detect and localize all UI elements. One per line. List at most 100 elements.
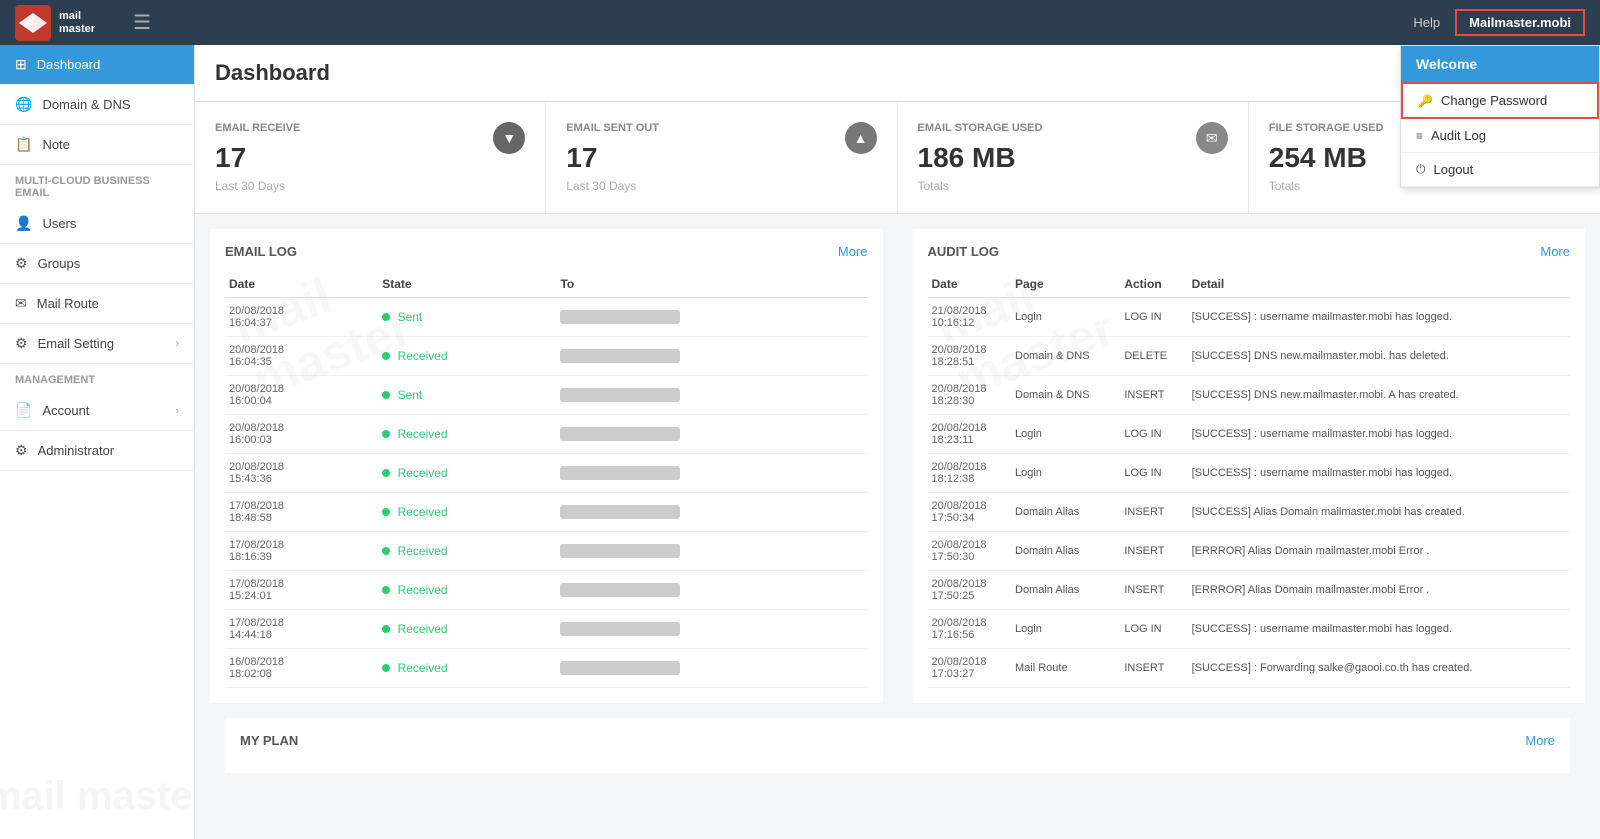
audit-log-row: 20/08/201817:50:34 Domain Alias INSERT [… bbox=[928, 493, 1571, 532]
audit-log-row: 20/08/201817:03:27 Mail Route INSERT [SU… bbox=[928, 649, 1571, 688]
audit-action: DELETE bbox=[1120, 337, 1187, 376]
audit-log-section: mailmaster AUDIT LOG More Date Page Acti… bbox=[913, 229, 1586, 703]
email-setting-icon: ⚙ bbox=[15, 335, 28, 352]
user-dropdown: Welcome 🔑 Change Password ≡ Audit Log ⏻ … bbox=[1400, 45, 1600, 188]
stat-card-sent: EMAIL SENT OUT 17 Last 30 Days ▲ bbox=[546, 102, 897, 213]
email-state: Received bbox=[378, 454, 556, 493]
logout-button[interactable]: ⏻ Logout bbox=[1401, 153, 1599, 187]
audit-log-row: 20/08/201817:50:25 Domain Alias INSERT [… bbox=[928, 571, 1571, 610]
sidebar-item-users[interactable]: 👤 Users bbox=[0, 204, 194, 244]
email-date: 17/08/201814:44:18 bbox=[225, 610, 378, 649]
audit-date: 20/08/201817:50:34 bbox=[928, 493, 1012, 532]
audit-detail: [SUCCESS] : username mailmaster.mobi has… bbox=[1188, 415, 1570, 454]
sidebar-label-administrator: Administrator bbox=[38, 443, 115, 458]
audit-action: INSERT bbox=[1120, 532, 1187, 571]
sidebar-watermark: mail master bbox=[0, 774, 195, 819]
email-to bbox=[556, 298, 867, 337]
help-link[interactable]: Help bbox=[1413, 15, 1440, 30]
sidebar-item-dashboard[interactable]: ⊞ Dashboard bbox=[0, 45, 194, 85]
navbar: mail master ☰ Help Mailmaster.mobi Welco… bbox=[0, 0, 1600, 45]
email-state: Received bbox=[378, 532, 556, 571]
audit-detail: [SUCCESS] : username mailmaster.mobi has… bbox=[1188, 298, 1570, 337]
key-icon: 🔑 bbox=[1418, 94, 1433, 108]
audit-log-table: Date Page Action Detail 21/08/201810:16:… bbox=[928, 271, 1571, 688]
email-log-row: 20/08/201816:00:03 Received bbox=[225, 415, 868, 454]
logout-label: Logout bbox=[1434, 162, 1474, 177]
main-content: Dashboard EMAIL RECEIVE 17 Last 30 Days … bbox=[195, 45, 1600, 839]
email-to-blurred bbox=[560, 388, 680, 402]
logo-text-top: mail bbox=[59, 10, 95, 22]
change-password-button[interactable]: 🔑 Change Password bbox=[1401, 82, 1599, 119]
email-log-row: 17/08/201818:16:39 Received bbox=[225, 532, 868, 571]
administrator-icon: ⚙ bbox=[15, 442, 28, 459]
sidebar-item-mail-route[interactable]: ✉ Mail Route bbox=[0, 284, 194, 324]
email-state: Sent bbox=[378, 298, 556, 337]
col-date: Date bbox=[225, 271, 378, 298]
page-title: Dashboard bbox=[215, 60, 330, 85]
stat-icon-sent: ▲ bbox=[845, 122, 877, 154]
sidebar-item-email-setting[interactable]: ⚙ Email Setting › bbox=[0, 324, 194, 364]
email-state: Received bbox=[378, 649, 556, 688]
change-password-label: Change Password bbox=[1441, 93, 1547, 108]
audit-date: 20/08/201817:50:30 bbox=[928, 532, 1012, 571]
logo-icon bbox=[15, 5, 51, 41]
email-to bbox=[556, 571, 867, 610]
audit-date: 20/08/201818:23:11 bbox=[928, 415, 1012, 454]
username-button[interactable]: Mailmaster.mobi bbox=[1455, 9, 1585, 36]
audit-page: Mail Route bbox=[1011, 649, 1120, 688]
section-management: Management bbox=[0, 364, 194, 391]
email-to-blurred bbox=[560, 310, 680, 324]
sidebar-label-note: Note bbox=[42, 137, 69, 152]
stat-label-receive: EMAIL RECEIVE bbox=[215, 122, 525, 134]
email-to bbox=[556, 415, 867, 454]
navbar-right: Help Mailmaster.mobi bbox=[1413, 9, 1585, 36]
audit-log-more[interactable]: More bbox=[1540, 244, 1570, 259]
audit-action: INSERT bbox=[1120, 649, 1187, 688]
my-plan-header: MY PLAN More bbox=[240, 733, 1555, 748]
email-date: 20/08/201816:04:35 bbox=[225, 337, 378, 376]
audit-action: LOG IN bbox=[1120, 454, 1187, 493]
audit-date: 21/08/201810:16:12 bbox=[928, 298, 1012, 337]
audit-action: LOG IN bbox=[1120, 415, 1187, 454]
audit-page: Login bbox=[1011, 298, 1120, 337]
sidebar-item-account[interactable]: 📄 Account › bbox=[0, 391, 194, 431]
state-label: Received bbox=[398, 544, 448, 558]
email-log-more[interactable]: More bbox=[838, 244, 868, 259]
state-label: Received bbox=[398, 505, 448, 519]
email-date: 17/08/201818:48:58 bbox=[225, 493, 378, 532]
state-dot bbox=[382, 508, 390, 516]
email-to-blurred bbox=[560, 349, 680, 363]
users-icon: 👤 bbox=[15, 215, 32, 232]
dropdown-welcome: Welcome bbox=[1401, 46, 1599, 82]
audit-detail: [SUCCESS] DNS new.mailmaster.mobi. A has… bbox=[1188, 376, 1570, 415]
hamburger-icon[interactable]: ☰ bbox=[133, 10, 151, 35]
col-detail-audit: Detail bbox=[1188, 271, 1570, 298]
audit-log-header: AUDIT LOG More bbox=[928, 244, 1571, 259]
my-plan-more[interactable]: More bbox=[1525, 733, 1555, 748]
email-to bbox=[556, 376, 867, 415]
sidebar-label-dashboard: Dashboard bbox=[37, 57, 101, 72]
sidebar-item-administrator[interactable]: ⚙ Administrator bbox=[0, 431, 194, 471]
audit-log-button[interactable]: ≡ Audit Log bbox=[1401, 119, 1599, 153]
sidebar-label-users: Users bbox=[42, 216, 76, 231]
email-to bbox=[556, 493, 867, 532]
email-to bbox=[556, 649, 867, 688]
state-label: Sent bbox=[398, 310, 423, 324]
logo-text-bottom: master bbox=[59, 23, 95, 35]
sidebar-item-groups[interactable]: ⚙ Groups bbox=[0, 244, 194, 284]
sidebar-item-note[interactable]: 📋 Note bbox=[0, 125, 194, 165]
email-log-table: Date State To 20/08/201816:04:37 Sent 20… bbox=[225, 271, 868, 688]
col-to: To bbox=[556, 271, 867, 298]
email-log-row: 17/08/201815:24:01 Received bbox=[225, 571, 868, 610]
stat-label-email-storage: EMAIL STORAGE USED bbox=[918, 122, 1228, 134]
account-arrow: › bbox=[175, 405, 179, 417]
state-dot bbox=[382, 313, 390, 321]
sidebar-item-domain-dns[interactable]: 🌐 Domain & DNS bbox=[0, 85, 194, 125]
stat-value-receive: 17 bbox=[215, 142, 525, 174]
stat-value-sent: 17 bbox=[566, 142, 876, 174]
sidebar-label-mail-route: Mail Route bbox=[37, 296, 99, 311]
email-log-row: 20/08/201815:43:36 Received bbox=[225, 454, 868, 493]
state-label: Received bbox=[398, 466, 448, 480]
email-state: Received bbox=[378, 571, 556, 610]
email-to-blurred bbox=[560, 622, 680, 636]
